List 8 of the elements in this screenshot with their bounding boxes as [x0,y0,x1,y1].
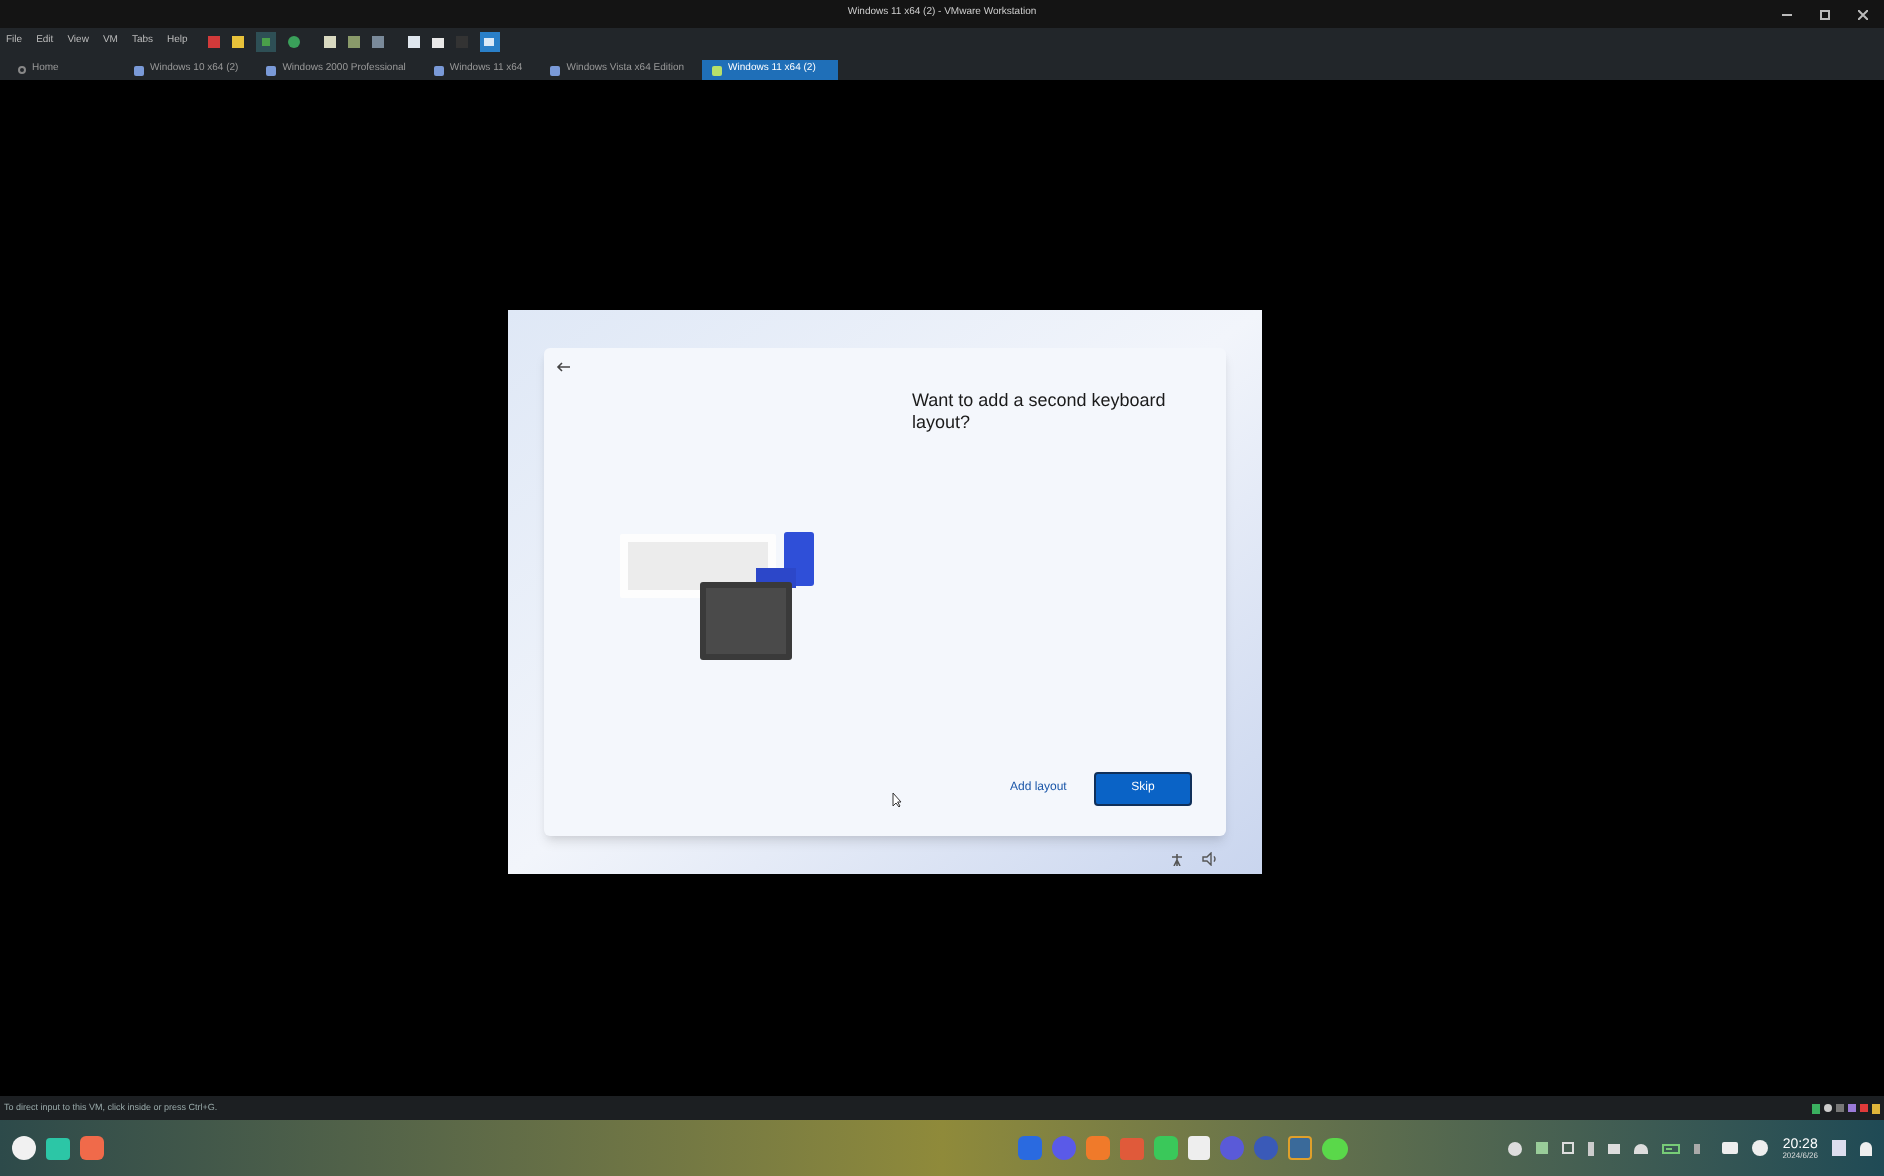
accessibility-icon[interactable] [1170,852,1184,866]
battery-icon[interactable] [1662,1143,1681,1153]
minimize-icon[interactable] [1782,9,1792,19]
setup-heading: Want to add a second keyboard layout? [912,390,1168,434]
close-icon[interactable] [1858,9,1868,19]
mouse-cursor-icon [892,792,902,808]
back-arrow-icon[interactable] [556,362,570,372]
maximize-icon[interactable] [1820,9,1830,19]
